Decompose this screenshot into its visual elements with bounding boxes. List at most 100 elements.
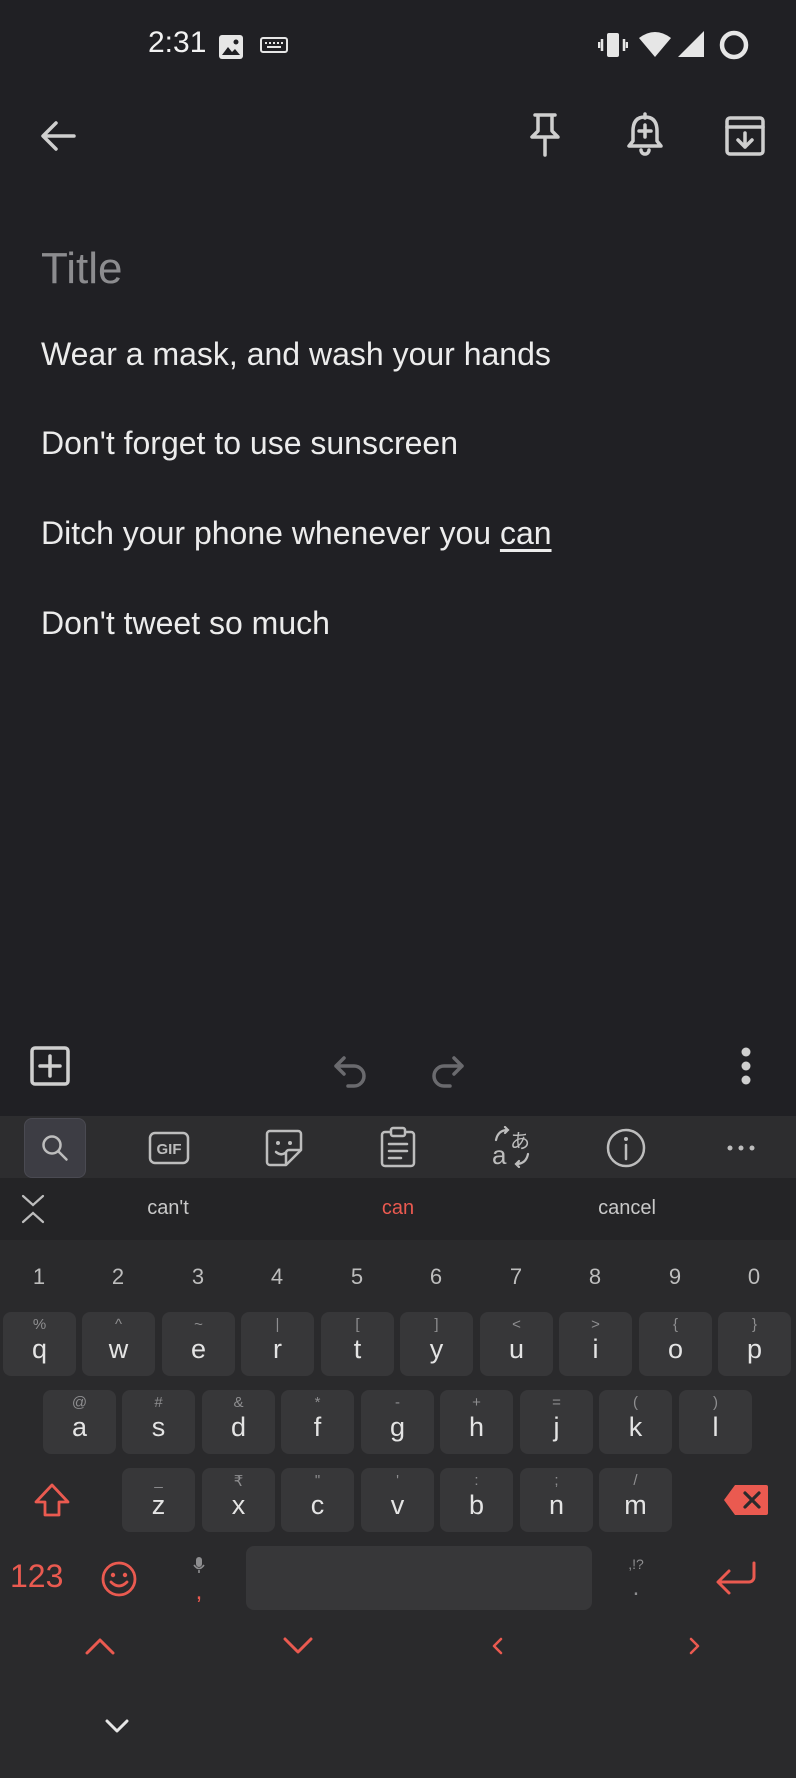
key-l[interactable]: ) l <box>679 1390 752 1454</box>
key-6[interactable]: 6 <box>406 1264 466 1290</box>
key-4[interactable]: 4 <box>247 1264 307 1290</box>
key-b[interactable]: :b <box>440 1468 513 1532</box>
suggestion-2[interactable]: can <box>298 1197 498 1220</box>
key-j[interactable]: = j <box>520 1390 593 1454</box>
key-3[interactable]: 3 <box>168 1264 228 1290</box>
key-f[interactable]: * f <box>281 1390 354 1454</box>
key-label: m <box>624 1490 647 1520</box>
key-c[interactable]: " c <box>281 1468 354 1532</box>
key-label: n <box>548 1490 565 1520</box>
key-p[interactable]: } p <box>718 1312 791 1376</box>
keyboard-search-button[interactable] <box>24 1118 86 1178</box>
key-hint: ^ <box>114 1316 123 1333</box>
key-hint: ) <box>713 1394 718 1411</box>
key-t[interactable]: [t <box>321 1312 394 1376</box>
note-line-3[interactable]: Ditch your phone whenever you can <box>41 515 552 552</box>
key-m[interactable]: / m <box>599 1468 672 1532</box>
translate-button[interactable]: aあ <box>490 1126 534 1168</box>
key-9[interactable]: 9 <box>645 1264 705 1290</box>
key-i[interactable]: > i <box>559 1312 632 1376</box>
key-g[interactable]: -g <box>361 1390 434 1454</box>
key-r[interactable]: | r <box>241 1312 314 1376</box>
key-n[interactable]: ; n <box>520 1468 593 1532</box>
symbols-key[interactable]: 123 <box>10 1558 63 1595</box>
key-o[interactable]: {o <box>639 1312 712 1376</box>
gif-button[interactable]: GIF <box>148 1131 190 1165</box>
key-label: k <box>628 1412 643 1442</box>
key-hint: / <box>633 1472 638 1489</box>
redo-icon <box>432 1056 464 1088</box>
collapse-suggestions-button[interactable] <box>20 1193 46 1225</box>
period-hint: ,!? <box>628 1556 644 1572</box>
archive-button[interactable] <box>715 106 775 166</box>
comma-label: , <box>195 1578 203 1605</box>
key-s[interactable]: # s <box>122 1390 195 1454</box>
key-y[interactable]: ] y <box>400 1312 473 1376</box>
key-7[interactable]: 7 <box>486 1264 546 1290</box>
note-line-4[interactable]: Don't tweet so much <box>41 605 330 642</box>
note-title-input[interactable]: Title <box>41 244 123 294</box>
key-label: h <box>468 1412 485 1442</box>
comma-key[interactable]: , <box>179 1552 219 1622</box>
backspace-key[interactable] <box>704 1468 788 1532</box>
cursor-left-button[interactable] <box>490 1636 504 1656</box>
key-h[interactable]: + h <box>440 1390 513 1454</box>
key-a[interactable]: @ a <box>43 1390 116 1454</box>
cursor-right-button[interactable] <box>688 1636 702 1656</box>
sticker-button[interactable] <box>264 1128 304 1168</box>
key-label: j <box>553 1412 560 1442</box>
battery-saver-icon <box>718 29 750 61</box>
key-5[interactable]: 5 <box>327 1264 387 1290</box>
add-content-button[interactable] <box>20 1036 80 1096</box>
key-e[interactable]: ~ e <box>162 1312 235 1376</box>
gallery-notification-icon <box>218 34 244 60</box>
key-u[interactable]: < u <box>480 1312 553 1376</box>
key-z[interactable]: _ z <box>122 1468 195 1532</box>
key-1[interactable]: 1 <box>9 1264 69 1290</box>
key-w[interactable]: ^ w <box>82 1312 155 1376</box>
key-0[interactable]: 0 <box>724 1264 784 1290</box>
undo-button[interactable] <box>320 1038 380 1098</box>
key-hint: ' <box>396 1472 399 1489</box>
enter-key[interactable] <box>714 1560 758 1596</box>
composing-word: can <box>499 515 552 551</box>
emoji-key[interactable] <box>100 1560 138 1598</box>
sticker-icon <box>265 1129 303 1167</box>
key-hint: } <box>751 1316 757 1333</box>
key-k[interactable]: (k <box>599 1390 672 1454</box>
key-label: b <box>468 1490 485 1520</box>
key-2[interactable]: 2 <box>88 1264 148 1290</box>
pin-icon <box>530 113 560 157</box>
keyboard-notification-icon <box>260 36 288 56</box>
suggestion-1[interactable]: can't <box>68 1197 268 1220</box>
key-label: q <box>31 1334 48 1364</box>
space-bar[interactable] <box>246 1546 592 1610</box>
suggestion-3[interactable]: cancel <box>527 1197 727 1220</box>
key-x[interactable]: ₹ x <box>202 1468 275 1532</box>
back-button[interactable] <box>28 106 88 166</box>
key-v[interactable]: ' v <box>361 1468 434 1532</box>
clipboard-icon <box>380 1126 416 1168</box>
key-q[interactable]: % q <box>3 1312 76 1376</box>
svg-text:GIF: GIF <box>157 1141 182 1158</box>
shift-key[interactable] <box>14 1468 90 1532</box>
clipboard-button[interactable] <box>380 1126 416 1168</box>
key-hint: % <box>32 1316 47 1333</box>
cursor-up-button[interactable] <box>84 1636 116 1656</box>
keyboard-more-button[interactable] <box>726 1144 756 1152</box>
note-line-1[interactable]: Wear a mask, and wash your hands <box>41 336 551 373</box>
key-d[interactable]: & d <box>202 1390 275 1454</box>
gif-icon: GIF <box>148 1131 190 1165</box>
period-key[interactable]: ,!? . <box>616 1552 656 1622</box>
cursor-down-button[interactable] <box>282 1636 314 1656</box>
backspace-icon <box>724 1485 768 1515</box>
info-button[interactable] <box>606 1128 646 1168</box>
pin-button[interactable] <box>515 104 575 164</box>
redo-button[interactable] <box>418 1038 478 1098</box>
key-label: e <box>190 1334 207 1364</box>
more-options-button[interactable] <box>716 1036 776 1096</box>
note-line-2[interactable]: Don't forget to use sunscreen <box>41 425 458 462</box>
reminder-button[interactable] <box>615 104 675 164</box>
key-8[interactable]: 8 <box>565 1264 625 1290</box>
hide-keyboard-button[interactable] <box>104 1718 130 1736</box>
